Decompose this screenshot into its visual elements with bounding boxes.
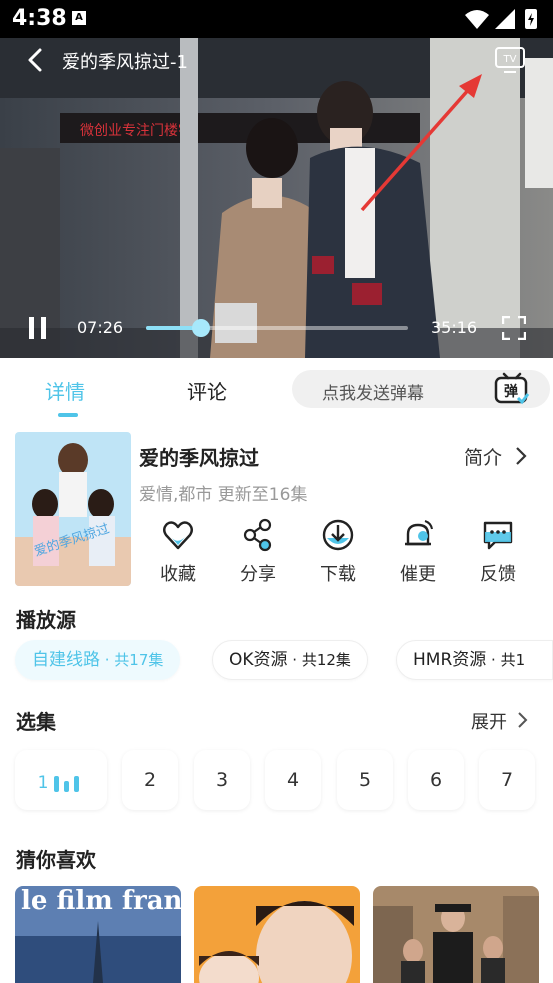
recommend-poster-2 [194, 886, 360, 983]
tab-bar: 详情 评论 点我发送弹幕 弹 [0, 358, 553, 418]
sources-title: 播放源 [16, 608, 76, 632]
tab-comments[interactable]: 评论 [187, 376, 227, 405]
feedback-icon [483, 521, 513, 550]
episode-3[interactable]: 3 [194, 750, 250, 810]
recommend-card-2[interactable] [194, 886, 360, 983]
feedback-button[interactable]: 反馈 [468, 518, 528, 586]
wifi-icon [465, 10, 489, 29]
urge-update-label: 催更 [400, 564, 436, 585]
share-button[interactable]: 分享 [228, 518, 288, 586]
chevron-right-icon[interactable] [514, 446, 528, 466]
poster-image: 爱的季风掠过 [15, 432, 131, 586]
video-title: 爱的季风掠过-1 [62, 52, 188, 73]
chevron-right-icon[interactable] [516, 711, 528, 729]
source-name: HMR资源 [413, 650, 487, 670]
signal-icon [495, 9, 515, 29]
danmu-icon-label: 弹 [504, 383, 518, 400]
episode-2[interactable]: 2 [122, 750, 178, 810]
system-icons [465, 9, 537, 29]
source-name: OK资源 [229, 650, 288, 670]
detail-panel: 爱的季风掠过 爱的季风掠过 简介 爱情,都市 更新至16集 收藏 分享 下载 催… [0, 418, 553, 983]
source-chip-2[interactable]: OK资源 · 共12集 [212, 640, 368, 680]
share-icon [243, 518, 272, 552]
recommend-card-3[interactable] [373, 886, 539, 983]
recommend-card-1[interactable]: le film français [15, 886, 181, 983]
duration: 35:16 [431, 318, 478, 337]
status-bar: 4:38 A [0, 0, 553, 38]
recommend-poster-3 [373, 886, 539, 983]
source-count: · 共1 [486, 651, 526, 669]
feedback-label: 反馈 [480, 564, 516, 585]
show-poster[interactable]: 爱的季风掠过 [15, 432, 131, 586]
urge-update-button[interactable]: 催更 [388, 518, 448, 586]
video-player[interactable]: 微创业专注门楼宇， 爱的季风掠过-1 TV 07:26 35:16 [0, 38, 553, 358]
recommend-title: 猜你喜欢 [16, 848, 96, 872]
episode-4[interactable]: 4 [265, 750, 321, 810]
app-notification-icon: A [72, 11, 86, 25]
source-chip-3[interactable]: HMR资源 · 共1 [396, 640, 553, 680]
source-name: 自建线路 [32, 650, 100, 670]
current-time: 07:26 [77, 318, 124, 337]
episode-7[interactable]: 7 [479, 750, 535, 810]
danmu-placeholder: 点我发送弹幕 [322, 384, 424, 404]
source-count: · 共12集 [287, 651, 351, 669]
video-frame: 微创业专注门楼宇， [0, 38, 553, 358]
pause-icon[interactable] [26, 316, 50, 340]
episode-5[interactable]: 5 [337, 750, 393, 810]
share-label: 分享 [240, 564, 276, 585]
progress-handle[interactable] [192, 319, 211, 337]
source-count: · 共17集 [100, 651, 164, 669]
episode-1[interactable]: 1 [15, 750, 107, 810]
status-time: 4:38 [12, 6, 67, 31]
fullscreen-icon[interactable] [502, 316, 526, 340]
intro-link[interactable]: 简介 [464, 443, 502, 470]
download-button[interactable]: 下载 [308, 518, 368, 586]
progress-slider[interactable] [146, 319, 408, 337]
episode-number: 1 [38, 773, 49, 793]
download-label: 下载 [320, 564, 356, 585]
playing-icon: 1 [38, 773, 79, 793]
tab-indicator [58, 413, 78, 417]
back-icon[interactable] [22, 46, 50, 74]
source-chip-1[interactable]: 自建线路 · 共17集 [15, 640, 181, 680]
favorite-label: 收藏 [160, 564, 196, 585]
download-icon [322, 519, 354, 551]
recommend-title-1: le film français [21, 886, 181, 916]
danmu-send-icon[interactable]: 弹 [494, 372, 530, 406]
show-title: 爱的季风掠过 [139, 446, 259, 470]
heart-icon [163, 521, 193, 550]
expand-button[interactable]: 展开 [471, 708, 507, 734]
episodes-title: 选集 [16, 710, 56, 734]
tab-details[interactable]: 详情 [45, 376, 85, 405]
favorite-button[interactable]: 收藏 [148, 518, 208, 586]
tv-cast-icon[interactable]: TV [494, 46, 526, 74]
svg-text:TV: TV [503, 54, 517, 65]
bell-icon [405, 520, 433, 546]
episode-6[interactable]: 6 [408, 750, 464, 810]
show-meta: 爱情,都市 更新至16集 [139, 485, 308, 505]
